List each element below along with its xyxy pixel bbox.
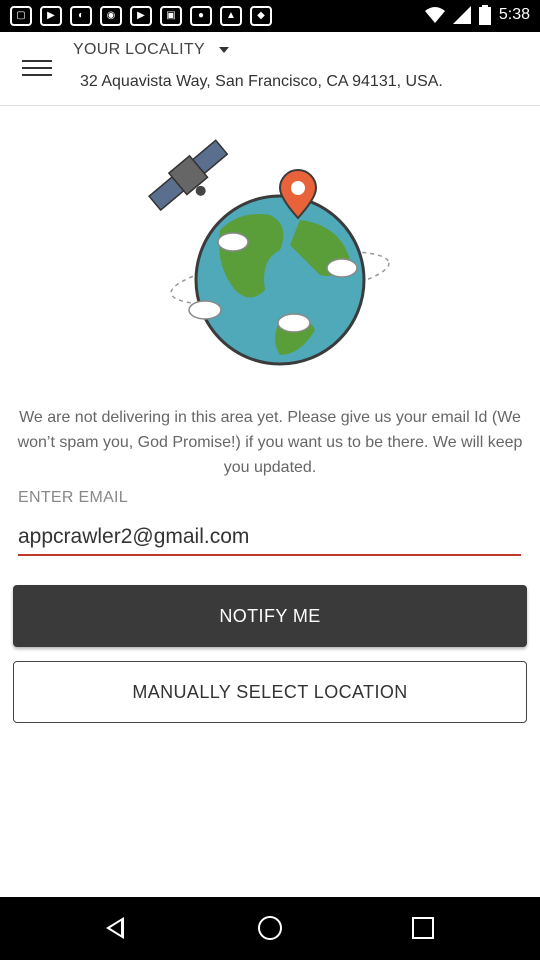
hamburger-line (22, 74, 52, 76)
notification-icons: ▢ ▶ ◐ ◉ ▶ ▣ ● ▲ ◆ (10, 6, 272, 26)
system-icons: 5:38 (424, 5, 530, 25)
clock: 5:38 (498, 6, 530, 23)
notification-icon: ▲ (220, 6, 242, 26)
not-delivering-message: We are not delivering in this area yet. … (17, 409, 523, 476)
manually-select-location-button[interactable]: MANUALLY SELECT LOCATION (13, 661, 527, 723)
signal-icon (452, 6, 471, 24)
navigation-bar (0, 897, 540, 960)
notification-icon: ◆ (250, 6, 272, 26)
notification-icon: ▣ (160, 6, 182, 26)
globe-satellite-illustration (148, 139, 390, 366)
notification-icon: ◉ (100, 6, 122, 26)
battery-icon (478, 5, 491, 25)
notify-me-button[interactable]: NOTIFY ME (13, 585, 527, 647)
back-icon-inner (110, 921, 121, 935)
app-bar: YOUR LOCALITY 32 Aquavista Way, San Fran… (0, 32, 540, 106)
home-icon[interactable] (258, 916, 282, 940)
email-field[interactable] (18, 520, 521, 556)
notification-icon: ◐ (70, 6, 92, 26)
satellite-icon (148, 139, 229, 212)
recent-apps-icon[interactable] (412, 917, 434, 939)
email-field-label: ENTER EMAIL (18, 489, 128, 506)
hamburger-line (22, 67, 52, 69)
status-bar: ▢ ▶ ◐ ◉ ▶ ▣ ● ▲ ◆ 5:38 (0, 0, 540, 32)
locality-selector[interactable]: YOUR LOCALITY (73, 41, 205, 59)
notification-icon: ● (190, 6, 212, 26)
wifi-icon (424, 7, 445, 23)
notification-icon: ▶ (130, 6, 152, 26)
notification-icon: ▶ (40, 6, 62, 26)
menu-button[interactable] (22, 60, 52, 78)
hamburger-icon (22, 60, 52, 62)
chevron-down-icon[interactable] (219, 47, 229, 53)
locality-address[interactable]: 32 Aquavista Way, San Francisco, CA 9413… (80, 73, 443, 91)
notification-icon: ▢ (10, 6, 32, 26)
